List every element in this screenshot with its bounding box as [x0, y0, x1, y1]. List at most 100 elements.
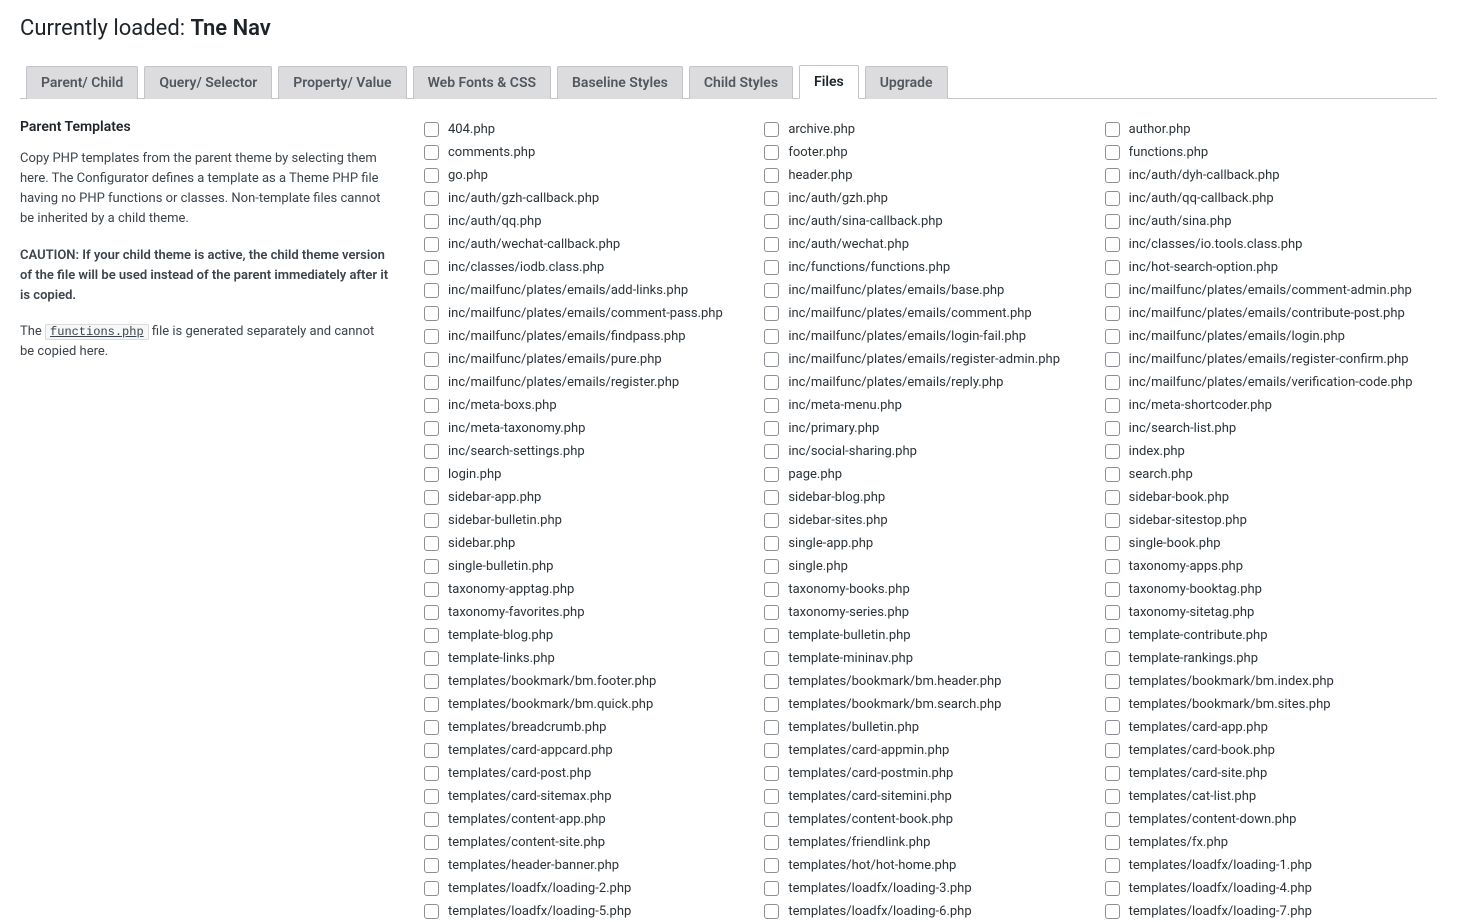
file-item[interactable]: templates/content-app.php	[420, 809, 756, 830]
file-item[interactable]: templates/bookmark/bm.search.php	[760, 694, 1096, 715]
file-item[interactable]: inc/hot-search-option.php	[1101, 257, 1437, 278]
file-item[interactable]: templates/card-appcard.php	[420, 740, 756, 761]
file-checkbox[interactable]	[1105, 881, 1120, 896]
file-item[interactable]: inc/mailfunc/plates/emails/comment-admin…	[1101, 280, 1437, 301]
file-item[interactable]: inc/meta-shortcoder.php	[1101, 395, 1437, 416]
file-item[interactable]: inc/auth/sina-callback.php	[760, 211, 1096, 232]
file-item[interactable]: sidebar-book.php	[1101, 487, 1437, 508]
file-item[interactable]: inc/mailfunc/plates/emails/comment.php	[760, 303, 1096, 324]
file-checkbox[interactable]	[1105, 467, 1120, 482]
file-item[interactable]: templates/content-book.php	[760, 809, 1096, 830]
file-checkbox[interactable]	[764, 122, 779, 137]
tab-web-fonts-css[interactable]: Web Fonts & CSS	[413, 66, 551, 99]
file-checkbox[interactable]	[424, 628, 439, 643]
file-item[interactable]: inc/classes/io.tools.class.php	[1101, 234, 1437, 255]
file-item[interactable]: inc/classes/iodb.class.php	[420, 257, 756, 278]
file-checkbox[interactable]	[424, 237, 439, 252]
file-checkbox[interactable]	[424, 398, 439, 413]
file-checkbox[interactable]	[764, 904, 779, 919]
file-item[interactable]: templates/loadfx/loading-1.php	[1101, 855, 1437, 876]
file-checkbox[interactable]	[764, 214, 779, 229]
file-item[interactable]: templates/fx.php	[1101, 832, 1437, 853]
file-item[interactable]: inc/mailfunc/plates/emails/verification-…	[1101, 372, 1437, 393]
file-item[interactable]: templates/bookmark/bm.sites.php	[1101, 694, 1437, 715]
file-checkbox[interactable]	[764, 191, 779, 206]
file-checkbox[interactable]	[1105, 260, 1120, 275]
file-item[interactable]: inc/mailfunc/plates/emails/pure.php	[420, 349, 756, 370]
file-checkbox[interactable]	[424, 835, 439, 850]
file-item[interactable]: inc/meta-boxs.php	[420, 395, 756, 416]
file-item[interactable]: templates/loadfx/loading-6.php	[760, 901, 1096, 922]
file-item[interactable]: template-rankings.php	[1101, 648, 1437, 669]
file-checkbox[interactable]	[1105, 674, 1120, 689]
file-checkbox[interactable]	[1105, 398, 1120, 413]
file-item[interactable]: templates/friendlink.php	[760, 832, 1096, 853]
file-checkbox[interactable]	[424, 191, 439, 206]
file-item[interactable]: taxonomy-books.php	[760, 579, 1096, 600]
file-item[interactable]: index.php	[1101, 441, 1437, 462]
file-checkbox[interactable]	[424, 904, 439, 919]
file-checkbox[interactable]	[424, 697, 439, 712]
file-item[interactable]: inc/mailfunc/plates/emails/login-fail.ph…	[760, 326, 1096, 347]
file-checkbox[interactable]	[1105, 582, 1120, 597]
file-item[interactable]: templates/card-app.php	[1101, 717, 1437, 738]
file-checkbox[interactable]	[764, 398, 779, 413]
file-checkbox[interactable]	[764, 283, 779, 298]
file-item[interactable]: templates/card-post.php	[420, 763, 756, 784]
file-checkbox[interactable]	[1105, 536, 1120, 551]
file-checkbox[interactable]	[764, 628, 779, 643]
file-item[interactable]: search.php	[1101, 464, 1437, 485]
file-checkbox[interactable]	[1105, 421, 1120, 436]
file-item[interactable]: taxonomy-apptag.php	[420, 579, 756, 600]
file-item[interactable]: sidebar.php	[420, 533, 756, 554]
file-checkbox[interactable]	[1105, 306, 1120, 321]
file-checkbox[interactable]	[424, 490, 439, 505]
file-item[interactable]: inc/meta-taxonomy.php	[420, 418, 756, 439]
file-checkbox[interactable]	[1105, 743, 1120, 758]
file-item[interactable]: templates/card-site.php	[1101, 763, 1437, 784]
file-checkbox[interactable]	[424, 467, 439, 482]
file-checkbox[interactable]	[1105, 858, 1120, 873]
file-item[interactable]: templates/card-appmin.php	[760, 740, 1096, 761]
file-item[interactable]: archive.php	[760, 119, 1096, 140]
file-checkbox[interactable]	[424, 329, 439, 344]
file-item[interactable]: inc/auth/gzh.php	[760, 188, 1096, 209]
file-item[interactable]: templates/card-sitemax.php	[420, 786, 756, 807]
file-checkbox[interactable]	[764, 559, 779, 574]
file-checkbox[interactable]	[764, 582, 779, 597]
file-checkbox[interactable]	[1105, 605, 1120, 620]
file-item[interactable]: templates/bookmark/bm.header.php	[760, 671, 1096, 692]
file-checkbox[interactable]	[1105, 283, 1120, 298]
file-item[interactable]: template-bulletin.php	[760, 625, 1096, 646]
file-item[interactable]: single-bulletin.php	[420, 556, 756, 577]
file-checkbox[interactable]	[1105, 720, 1120, 735]
file-item[interactable]: page.php	[760, 464, 1096, 485]
file-checkbox[interactable]	[1105, 628, 1120, 643]
file-item[interactable]: inc/search-settings.php	[420, 441, 756, 462]
file-checkbox[interactable]	[1105, 835, 1120, 850]
file-checkbox[interactable]	[424, 743, 439, 758]
file-item[interactable]: 404.php	[420, 119, 756, 140]
file-checkbox[interactable]	[424, 306, 439, 321]
file-item[interactable]: inc/mailfunc/plates/emails/findpass.php	[420, 326, 756, 347]
file-item[interactable]: inc/mailfunc/plates/emails/comment-pass.…	[420, 303, 756, 324]
file-item[interactable]: inc/social-sharing.php	[760, 441, 1096, 462]
file-item[interactable]: inc/search-list.php	[1101, 418, 1437, 439]
file-checkbox[interactable]	[1105, 168, 1120, 183]
file-checkbox[interactable]	[424, 812, 439, 827]
file-checkbox[interactable]	[424, 720, 439, 735]
file-checkbox[interactable]	[424, 766, 439, 781]
file-checkbox[interactable]	[424, 536, 439, 551]
file-item[interactable]: single-app.php	[760, 533, 1096, 554]
file-item[interactable]: inc/auth/qq.php	[420, 211, 756, 232]
file-checkbox[interactable]	[764, 743, 779, 758]
file-item[interactable]: functions.php	[1101, 142, 1437, 163]
file-item[interactable]: sidebar-sitestop.php	[1101, 510, 1437, 531]
file-item[interactable]: sidebar-bulletin.php	[420, 510, 756, 531]
file-checkbox[interactable]	[1105, 122, 1120, 137]
file-item[interactable]: sidebar-blog.php	[760, 487, 1096, 508]
file-checkbox[interactable]	[424, 605, 439, 620]
tab-child-styles[interactable]: Child Styles	[689, 66, 793, 99]
file-checkbox[interactable]	[424, 122, 439, 137]
file-checkbox[interactable]	[424, 881, 439, 896]
